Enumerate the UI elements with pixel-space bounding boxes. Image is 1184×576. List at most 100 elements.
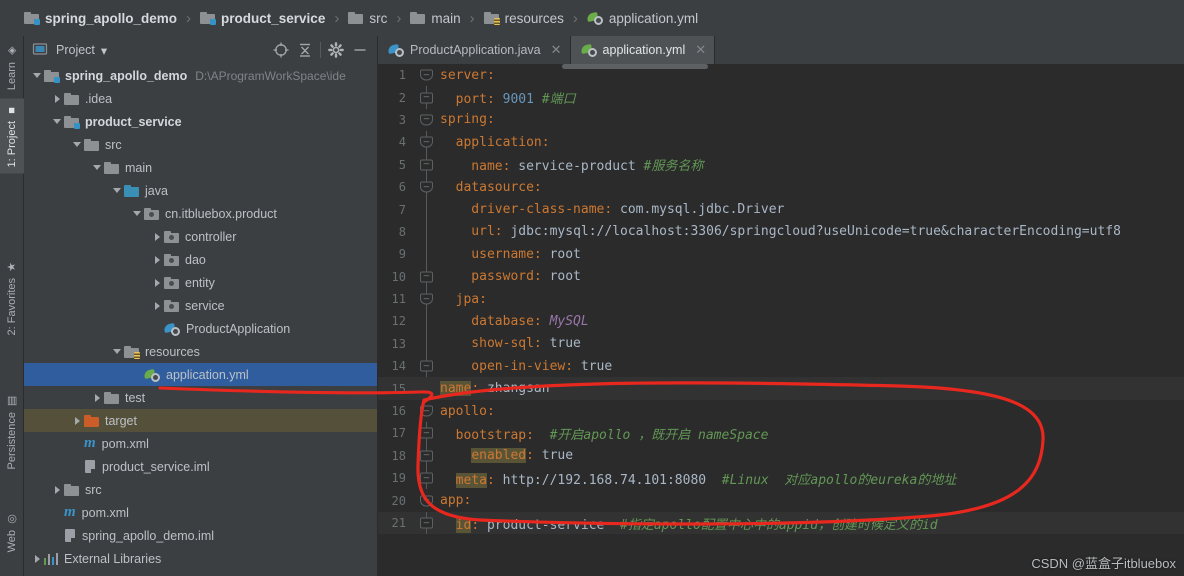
tree-node-cn-itbluebox-product[interactable]: cn.itbluebox.product bbox=[24, 202, 377, 225]
tree-node-pom-xml[interactable]: m pom.xml bbox=[24, 501, 377, 524]
editor-gutter[interactable] bbox=[414, 332, 440, 356]
tree-node-product-service-iml[interactable]: product_service.iml bbox=[24, 455, 377, 478]
tree-twisty-down-icon[interactable] bbox=[90, 165, 104, 170]
editor-gutter[interactable]: – bbox=[414, 400, 440, 422]
fold-toggle-icon[interactable]: – bbox=[420, 181, 433, 193]
code-line[interactable]: 16 – apollo: bbox=[378, 400, 1184, 422]
tool-window-button-web[interactable]: Web ◎ bbox=[0, 506, 24, 558]
tree-twisty-right-icon[interactable] bbox=[50, 485, 64, 494]
code-line[interactable]: 14 – open-in-view: true bbox=[378, 355, 1184, 378]
tree-twisty-right-icon[interactable] bbox=[30, 554, 44, 563]
tree-twisty-right-icon[interactable] bbox=[90, 393, 104, 402]
editor-gutter[interactable]: – bbox=[414, 64, 440, 86]
tree-twisty-right-icon[interactable] bbox=[70, 416, 84, 425]
tree-twisty-right-icon[interactable] bbox=[150, 301, 164, 310]
editor-gutter[interactable]: – bbox=[414, 175, 440, 199]
tool-window-button-learn[interactable]: Learn ◈ bbox=[0, 38, 24, 96]
fold-toggle-icon[interactable]: – bbox=[420, 472, 433, 484]
tree-twisty-right-icon[interactable] bbox=[150, 232, 164, 241]
tree-node-test[interactable]: test bbox=[24, 386, 377, 409]
tree-node-src[interactable]: src bbox=[24, 133, 377, 156]
editor-gutter[interactable]: – bbox=[414, 489, 440, 511]
breadcrumb-item-src[interactable]: src bbox=[348, 11, 387, 26]
fold-toggle-icon[interactable]: – bbox=[420, 159, 433, 171]
tree-node-entity[interactable]: entity bbox=[24, 271, 377, 294]
code-editor[interactable]: 1– server: 2– port: 9001 #端口 3– spring: 4– ap… bbox=[378, 64, 1184, 576]
tree-node-target[interactable]: target bbox=[24, 409, 377, 432]
code-line[interactable]: 8 url: jdbc:mysql://localhost:3306/sprin… bbox=[378, 220, 1184, 244]
fold-toggle-icon[interactable]: – bbox=[420, 114, 433, 126]
editor-gutter[interactable]: – bbox=[414, 355, 440, 378]
editor-tab-productapplication-java[interactable]: ProductApplication.java ✕ bbox=[378, 36, 571, 64]
horizontal-scrollbar[interactable] bbox=[562, 64, 708, 69]
tree-node-resources[interactable]: resources bbox=[24, 340, 377, 363]
breadcrumb-item-product-service[interactable]: product_service bbox=[200, 11, 325, 26]
tree-twisty-down-icon[interactable] bbox=[70, 142, 84, 147]
editor-gutter[interactable] bbox=[414, 377, 440, 399]
tool-window-button-1--project[interactable]: 1: Project ■ bbox=[0, 98, 24, 174]
chevron-down-icon[interactable]: ▾ bbox=[101, 43, 107, 58]
code-line[interactable]: 10 – password: root bbox=[378, 265, 1184, 288]
fold-toggle-icon[interactable]: – bbox=[420, 427, 433, 439]
editor-gutter[interactable] bbox=[414, 310, 440, 333]
code-line[interactable]: 7 driver-class-name: com.mysql.jdbc.Driv… bbox=[378, 198, 1184, 221]
editor-gutter[interactable]: – bbox=[414, 265, 440, 288]
editor-gutter[interactable]: – bbox=[414, 444, 440, 468]
tree-twisty-right-icon[interactable] bbox=[150, 278, 164, 287]
code-line[interactable]: 18 – enabled: true bbox=[378, 444, 1184, 468]
tree-node--idea[interactable]: .idea bbox=[24, 87, 377, 110]
code-line[interactable]: 3 – spring: bbox=[378, 109, 1184, 131]
tree-node-service[interactable]: service bbox=[24, 294, 377, 317]
collapse-all-icon[interactable] bbox=[296, 41, 314, 59]
tree-twisty-down-icon[interactable] bbox=[110, 188, 124, 193]
editor-gutter[interactable]: – bbox=[414, 86, 440, 109]
code-line[interactable]: 2 – port: 9001 #端口 bbox=[378, 86, 1184, 109]
fold-toggle-icon[interactable]: – bbox=[420, 517, 433, 529]
code-line[interactable]: 17 – bootstrap: #开启apollo ，既开启 nameSpace bbox=[378, 422, 1184, 445]
code-line[interactable]: 5 – name: service-product #服务名称 bbox=[378, 153, 1184, 176]
tree-node-spring-apollo-demo-iml[interactable]: spring_apollo_demo.iml bbox=[24, 524, 377, 547]
code-line[interactable]: 13 show-sql: true bbox=[378, 332, 1184, 356]
tool-window-button-persistence[interactable]: Persistence ▤ bbox=[0, 388, 24, 475]
code-line[interactable]: 12 database: MySQL bbox=[378, 310, 1184, 333]
code-line[interactable]: 21 – id: product-service #指定apollo配置中心中的a… bbox=[378, 511, 1184, 535]
tree-twisty-right-icon[interactable] bbox=[50, 94, 64, 103]
editor-gutter[interactable]: – bbox=[414, 467, 440, 490]
code-line[interactable]: 11 – jpa: bbox=[378, 287, 1184, 311]
fold-toggle-icon[interactable]: – bbox=[420, 69, 433, 81]
tree-twisty-right-icon[interactable] bbox=[150, 255, 164, 264]
code-line[interactable]: 20 – app: bbox=[378, 489, 1184, 511]
tree-node-src[interactable]: src bbox=[24, 478, 377, 501]
breadcrumb-item-resources[interactable]: resources bbox=[483, 11, 564, 26]
editor-gutter[interactable]: – bbox=[414, 511, 440, 535]
fold-toggle-icon[interactable]: – bbox=[420, 450, 433, 462]
tree-node-controller[interactable]: controller bbox=[24, 225, 377, 248]
fold-toggle-icon[interactable]: – bbox=[420, 495, 433, 507]
editor-gutter[interactable]: – bbox=[414, 422, 440, 445]
tree-twisty-down-icon[interactable] bbox=[50, 119, 64, 124]
tree-twisty-down-icon[interactable] bbox=[110, 349, 124, 354]
editor-gutter[interactable]: – bbox=[414, 109, 440, 131]
hide-panel-icon[interactable] bbox=[351, 41, 369, 59]
breadcrumb-item-application-yml[interactable]: application.yml bbox=[586, 11, 698, 26]
tree-node-productapplication[interactable]: ProductApplication bbox=[24, 317, 377, 340]
tree-node-java[interactable]: java bbox=[24, 179, 377, 202]
editor-gutter[interactable] bbox=[414, 220, 440, 244]
breadcrumb-item-main[interactable]: main bbox=[410, 11, 461, 26]
tree-node-pom-xml[interactable]: m pom.xml bbox=[24, 432, 377, 455]
tree-twisty-down-icon[interactable] bbox=[30, 73, 44, 78]
tree-node-external-libraries[interactable]: External Libraries bbox=[24, 547, 377, 570]
editor-gutter[interactable] bbox=[414, 243, 440, 266]
tree-node-main[interactable]: main bbox=[24, 156, 377, 179]
editor-gutter[interactable]: – bbox=[414, 287, 440, 311]
close-icon[interactable]: ✕ bbox=[695, 42, 706, 58]
fold-toggle-icon[interactable]: – bbox=[420, 271, 433, 283]
editor-tab-application-yml[interactable]: application.yml ✕ bbox=[570, 36, 716, 64]
breadcrumb-item-spring-apollo-demo[interactable]: spring_apollo_demo bbox=[24, 11, 177, 26]
code-line[interactable]: 6 – datasource: bbox=[378, 175, 1184, 199]
fold-toggle-icon[interactable]: – bbox=[420, 136, 433, 148]
fold-toggle-icon[interactable]: – bbox=[420, 92, 433, 104]
editor-gutter[interactable]: – bbox=[414, 153, 440, 176]
project-tree[interactable]: spring_apollo_demo D:\AProgramWorkSpace\i… bbox=[24, 64, 377, 576]
code-line[interactable]: 19 – meta: http://192.168.74.101:8080 #Li… bbox=[378, 467, 1184, 490]
